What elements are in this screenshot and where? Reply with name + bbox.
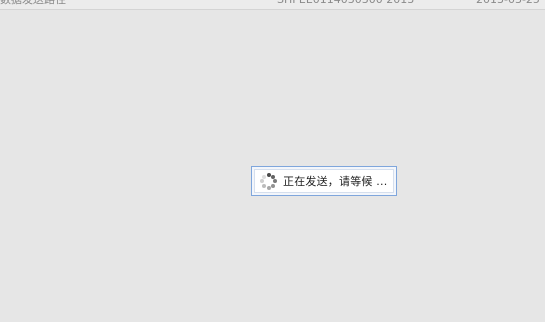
loading-message: 正在发送，请等候 ... — [283, 175, 388, 188]
row-name-cell: 数据发送路径 — [0, 0, 120, 9]
loading-dialog-body: 正在发送，请等候 ... — [254, 169, 394, 193]
loading-dialog: 正在发送，请等候 ... — [251, 166, 397, 196]
row-date-cell: 2013-03-25 — [476, 0, 545, 9]
row-code-cell: SHPEE0114030300 2013 — [277, 0, 417, 9]
table-row[interactable]: 数据发送路径 SHPEE0114030300 2013 2013-03-25 — [0, 0, 545, 10]
spinner-icon — [260, 172, 277, 190]
